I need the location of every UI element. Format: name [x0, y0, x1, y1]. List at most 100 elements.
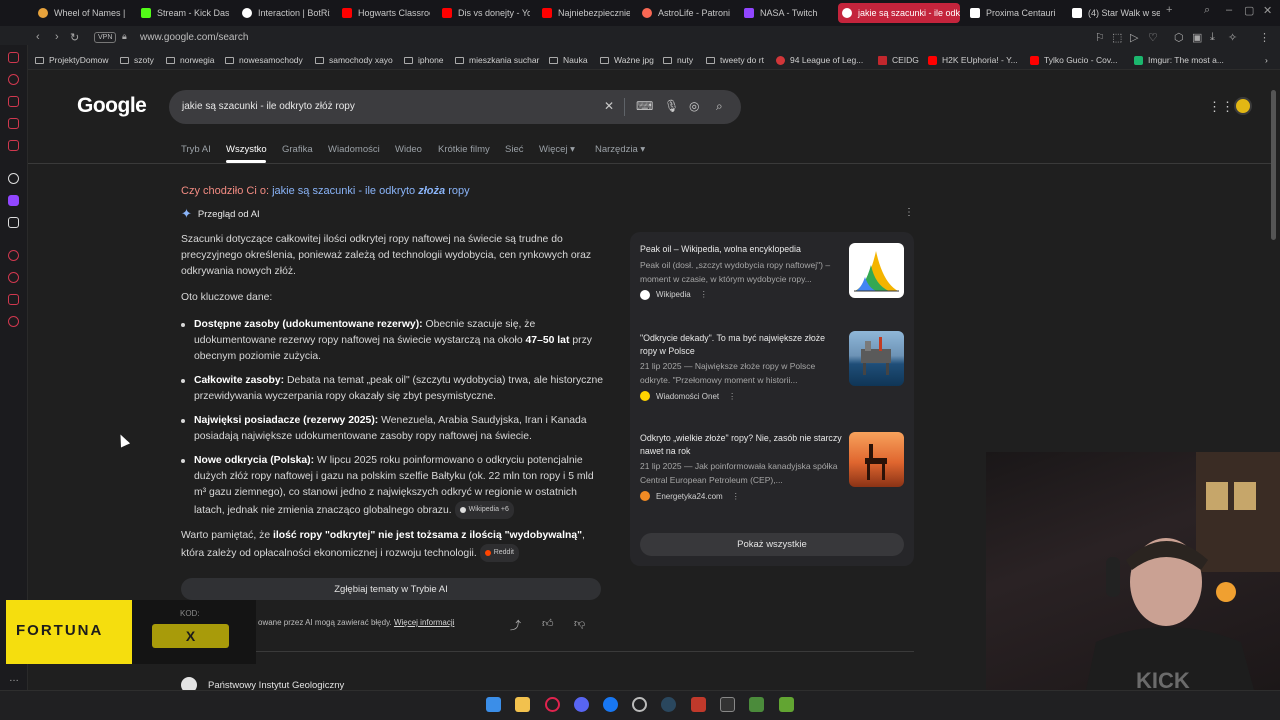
- minecraft-icon[interactable]: [779, 697, 794, 712]
- dive-deeper-ai-mode-button[interactable]: Zgłębiaj tematy w Trybie AI: [181, 578, 601, 600]
- tab-star-walk[interactable]: (4) Star Walk w ser: [1068, 3, 1160, 23]
- app-icon[interactable]: [749, 697, 764, 712]
- opera-gx-icon[interactable]: [545, 697, 560, 712]
- bookmark-folder[interactable]: Nauka: [549, 55, 588, 65]
- google-logo[interactable]: Google: [77, 94, 147, 118]
- learn-more-link[interactable]: Więcej informacji: [394, 618, 454, 627]
- bookmark-link[interactable]: Tylko Gucio - Cov...: [1030, 55, 1118, 65]
- reload-icon[interactable]: ↻: [70, 31, 79, 44]
- tab-nasa-twitch[interactable]: NASA - Twitch: [740, 3, 832, 23]
- tab-kick-dashboard[interactable]: Stream - Kick Dash: [137, 3, 229, 23]
- more-options-icon[interactable]: ⋮: [732, 492, 740, 501]
- microphone-icon[interactable]: 🎙︎: [664, 99, 679, 113]
- bookmark-folder[interactable]: tweety do rt: [706, 55, 764, 65]
- sidebar-music-icon[interactable]: [8, 140, 19, 151]
- show-all-button[interactable]: Pokaż wszystkie: [640, 533, 904, 556]
- tab-botrix[interactable]: Interaction | BotRix: [238, 3, 330, 23]
- sidebar-more-icon[interactable]: …: [9, 673, 19, 684]
- sidebar-record-icon[interactable]: [8, 250, 19, 261]
- tab-short-videos[interactable]: Krótkie filmy: [438, 144, 490, 155]
- new-tab-icon[interactable]: +: [1166, 4, 1172, 16]
- search-input[interactable]: jakie są szacunki - ile odkryto złóż rop…: [182, 101, 355, 112]
- bookmark-folder[interactable]: Ważne jpg: [600, 55, 654, 65]
- back-icon[interactable]: ‹: [36, 31, 40, 43]
- bookmark-link[interactable]: CEIDG: [878, 55, 919, 65]
- bookmarks-overflow-icon[interactable]: ›: [1265, 55, 1268, 65]
- ai-overview-menu-icon[interactable]: ⋮: [904, 207, 914, 218]
- vpn-badge[interactable]: VPN: [94, 32, 117, 43]
- tab-google-search-active[interactable]: jakie są szacunki - ile odk: [838, 3, 960, 23]
- tab-ai-mode[interactable]: Tryb AI: [181, 144, 211, 155]
- tab-web[interactable]: Sieć: [505, 144, 523, 155]
- download-icon[interactable]: ⤓: [1210, 31, 1215, 44]
- source-card[interactable]: Odkryto „wielkie złoże" ropy? Nie, zasób…: [640, 432, 842, 501]
- source-thumbnail[interactable]: [849, 331, 904, 386]
- tab-wheel-of-names[interactable]: Wheel of Names | F: [34, 3, 126, 23]
- sidebar-chat-icon[interactable]: [8, 118, 19, 129]
- tab-astrolife[interactable]: AstroLife - Patroni: [638, 3, 730, 23]
- steam-icon[interactable]: [661, 697, 676, 712]
- sparkle-icon[interactable]: ✧: [1228, 31, 1237, 44]
- tab-images[interactable]: Grafika: [282, 144, 313, 155]
- keyboard-icon[interactable]: ⌨: [636, 99, 653, 113]
- sidebar-messenger-icon[interactable]: [8, 52, 19, 63]
- source-thumbnail[interactable]: [849, 432, 904, 487]
- sidebar-wallet-icon[interactable]: [8, 96, 19, 107]
- bookmark-folder[interactable]: szoty: [120, 55, 154, 65]
- tab-dis-vs-donejty[interactable]: Dis vs donejty - Yo: [438, 3, 530, 23]
- tab-all[interactable]: Wszystko: [226, 144, 267, 155]
- source-chip[interactable]: Wikipedia +6: [454, 501, 514, 519]
- bookmark-folder[interactable]: iphone: [404, 55, 444, 65]
- sidebar-x-icon[interactable]: [8, 217, 19, 228]
- more-options-icon[interactable]: ⋮: [700, 290, 708, 299]
- sidebar-extensions-icon[interactable]: [8, 294, 19, 305]
- did-you-mean-link[interactable]: jakie są szacunki - ile odkryto złoża ro…: [272, 185, 470, 197]
- extensions-icon[interactable]: ⬡: [1174, 31, 1184, 44]
- bookmark-link[interactable]: 94 League of Leg...: [776, 55, 863, 65]
- clear-icon[interactable]: ✕: [604, 99, 614, 113]
- heart-icon[interactable]: ♡: [1148, 31, 1158, 44]
- sidebar-history-icon[interactable]: [8, 74, 19, 85]
- tab-hogwarts[interactable]: Hogwarts Classroo: [338, 3, 430, 23]
- sidebar-clock-icon[interactable]: [8, 272, 19, 283]
- bookmark-folder[interactable]: norwegia: [166, 55, 215, 65]
- messenger-icon[interactable]: [603, 697, 618, 712]
- terminal-icon[interactable]: [720, 697, 735, 712]
- scrollbar[interactable]: [1271, 90, 1276, 240]
- menu-icon[interactable]: ⋮: [1259, 31, 1270, 44]
- more-options-icon[interactable]: ⋮: [728, 392, 736, 401]
- source-card[interactable]: "Odkrycie dekady". To ma być największe …: [640, 332, 842, 401]
- snapshot-icon[interactable]: ⬚: [1112, 31, 1122, 44]
- thumbs-down-icon[interactable]: 👎︎: [574, 617, 585, 630]
- bookmark-folder[interactable]: nuty: [663, 55, 693, 65]
- tab-video[interactable]: Wideo: [395, 144, 422, 155]
- bookmark-icon[interactable]: ⚐: [1095, 31, 1105, 44]
- file-explorer-icon[interactable]: [515, 697, 530, 712]
- tab-news[interactable]: Wiadomości: [328, 144, 380, 155]
- forward-icon[interactable]: ›: [55, 31, 59, 43]
- sidebar-settings-icon[interactable]: [8, 316, 19, 327]
- close-window-icon[interactable]: ✕: [1263, 4, 1272, 17]
- obs-icon[interactable]: [632, 697, 647, 712]
- bookmark-folder[interactable]: nowesamochody: [225, 55, 303, 65]
- wallet-icon[interactable]: ▣: [1192, 31, 1202, 44]
- bookmark-link[interactable]: Imgur: The most a...: [1134, 55, 1224, 65]
- bookmark-folder[interactable]: mieszkania suchar: [455, 55, 539, 65]
- bookmark-folder[interactable]: samochody xayo: [315, 55, 393, 65]
- search-icon[interactable]: ⌕: [716, 99, 723, 114]
- antivirus-icon[interactable]: [691, 697, 706, 712]
- source-chip[interactable]: Reddit: [479, 544, 519, 562]
- share-icon[interactable]: ⤴: [510, 617, 521, 633]
- thumbs-up-icon[interactable]: 👍︎: [542, 617, 554, 630]
- sidebar-ai-icon[interactable]: [8, 173, 19, 184]
- tab-tools[interactable]: Narzędzia ▾: [595, 144, 645, 155]
- search-tabs-icon[interactable]: ⌕: [1204, 4, 1210, 17]
- discord-icon[interactable]: [574, 697, 589, 712]
- sidebar-twitch-icon[interactable]: [8, 195, 19, 206]
- lens-icon[interactable]: ◎: [689, 99, 699, 113]
- bookmark-folder[interactable]: ProjektyDomow: [35, 55, 109, 65]
- source-thumbnail[interactable]: [849, 243, 904, 298]
- windows-start-icon[interactable]: [486, 697, 501, 712]
- tab-najniebezpieczniej[interactable]: Najniebezpieczniej: [538, 3, 630, 23]
- maximize-icon[interactable]: ▢: [1244, 4, 1254, 17]
